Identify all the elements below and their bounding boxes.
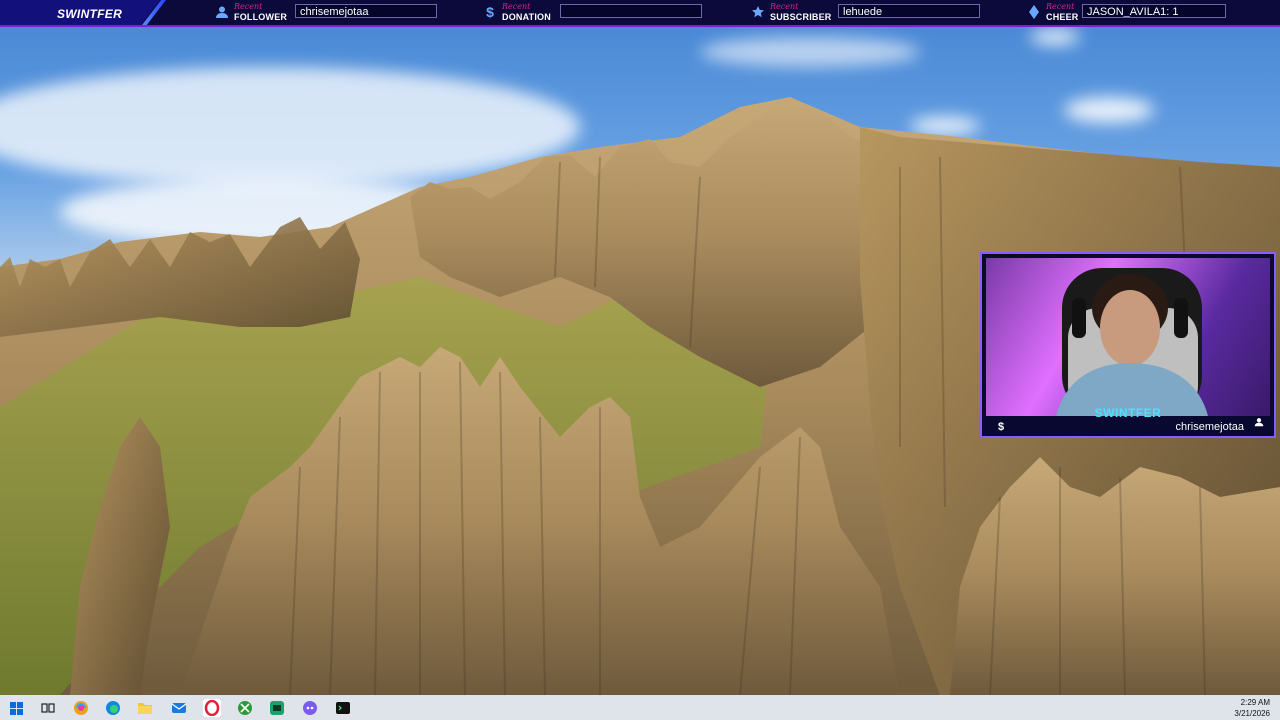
system-clock[interactable]: 2:29 AM 3/21/2026 — [1234, 697, 1270, 719]
webcam-video — [986, 258, 1270, 416]
recent-follower-slot: Recent FOLLOWER chrisemejotaa — [214, 0, 438, 25]
taskbar: 2:29 AM 3/21/2026 — [0, 695, 1280, 720]
windows-start-icon[interactable] — [7, 699, 25, 717]
latest-event-name: chrisemejotaa — [1175, 421, 1244, 433]
recent-label: Recent — [1046, 2, 1075, 11]
dollar-icon: $ — [998, 421, 1005, 433]
media-app-icon[interactable] — [268, 699, 286, 717]
recent-cheer-slot: Recent CHEER JASON_AVILA1: 1 — [1026, 0, 1228, 25]
clock-time: 2:29 AM — [1240, 698, 1270, 707]
edge-browser-icon[interactable] — [104, 699, 122, 717]
subscriber-value: lehuede — [838, 4, 980, 18]
subscriber-label: SUBSCRIBER — [770, 12, 832, 22]
file-explorer-icon[interactable] — [136, 699, 154, 717]
opera-gx-icon[interactable] — [203, 699, 221, 717]
task-view-icon[interactable] — [39, 699, 57, 717]
cheer-label: CHEER — [1046, 12, 1079, 22]
ai-assistant-icon[interactable] — [72, 699, 90, 717]
user-icon — [214, 4, 230, 20]
recent-label: Recent — [770, 2, 799, 11]
donation-label: DONATION — [502, 12, 551, 22]
webcam-brand: SWINTFER — [1094, 406, 1162, 420]
star-icon — [750, 4, 766, 20]
xbox-icon[interactable] — [236, 699, 254, 717]
follower-label: FOLLOWER — [234, 12, 288, 22]
terminal-icon[interactable] — [334, 699, 352, 717]
recent-donation-slot: $ Recent DONATION — [482, 0, 704, 25]
cheer-value: JASON_AVILA1: 1 — [1082, 4, 1226, 18]
donation-value — [560, 4, 702, 18]
brand-name: SWINTFER — [57, 7, 123, 21]
webcam-frame: SWINTFER $ chrisemejotaa — [980, 252, 1276, 438]
mail-icon[interactable] — [170, 699, 188, 717]
stream-overlay-bar: SWINTFER Recent FOLLOWER chrisemejotaa $… — [0, 0, 1280, 27]
recent-subscriber-slot: Recent SUBSCRIBER lehuede — [750, 0, 982, 25]
dollar-icon: $ — [486, 4, 494, 20]
recent-label: Recent — [234, 2, 263, 11]
recent-label: Recent — [502, 2, 531, 11]
follower-value: chrisemejotaa — [295, 4, 437, 18]
streamer-silhouette — [1056, 268, 1208, 416]
clock-date: 3/21/2026 — [1234, 709, 1270, 718]
diamond-icon — [1026, 4, 1042, 20]
discord-icon[interactable] — [301, 699, 319, 717]
